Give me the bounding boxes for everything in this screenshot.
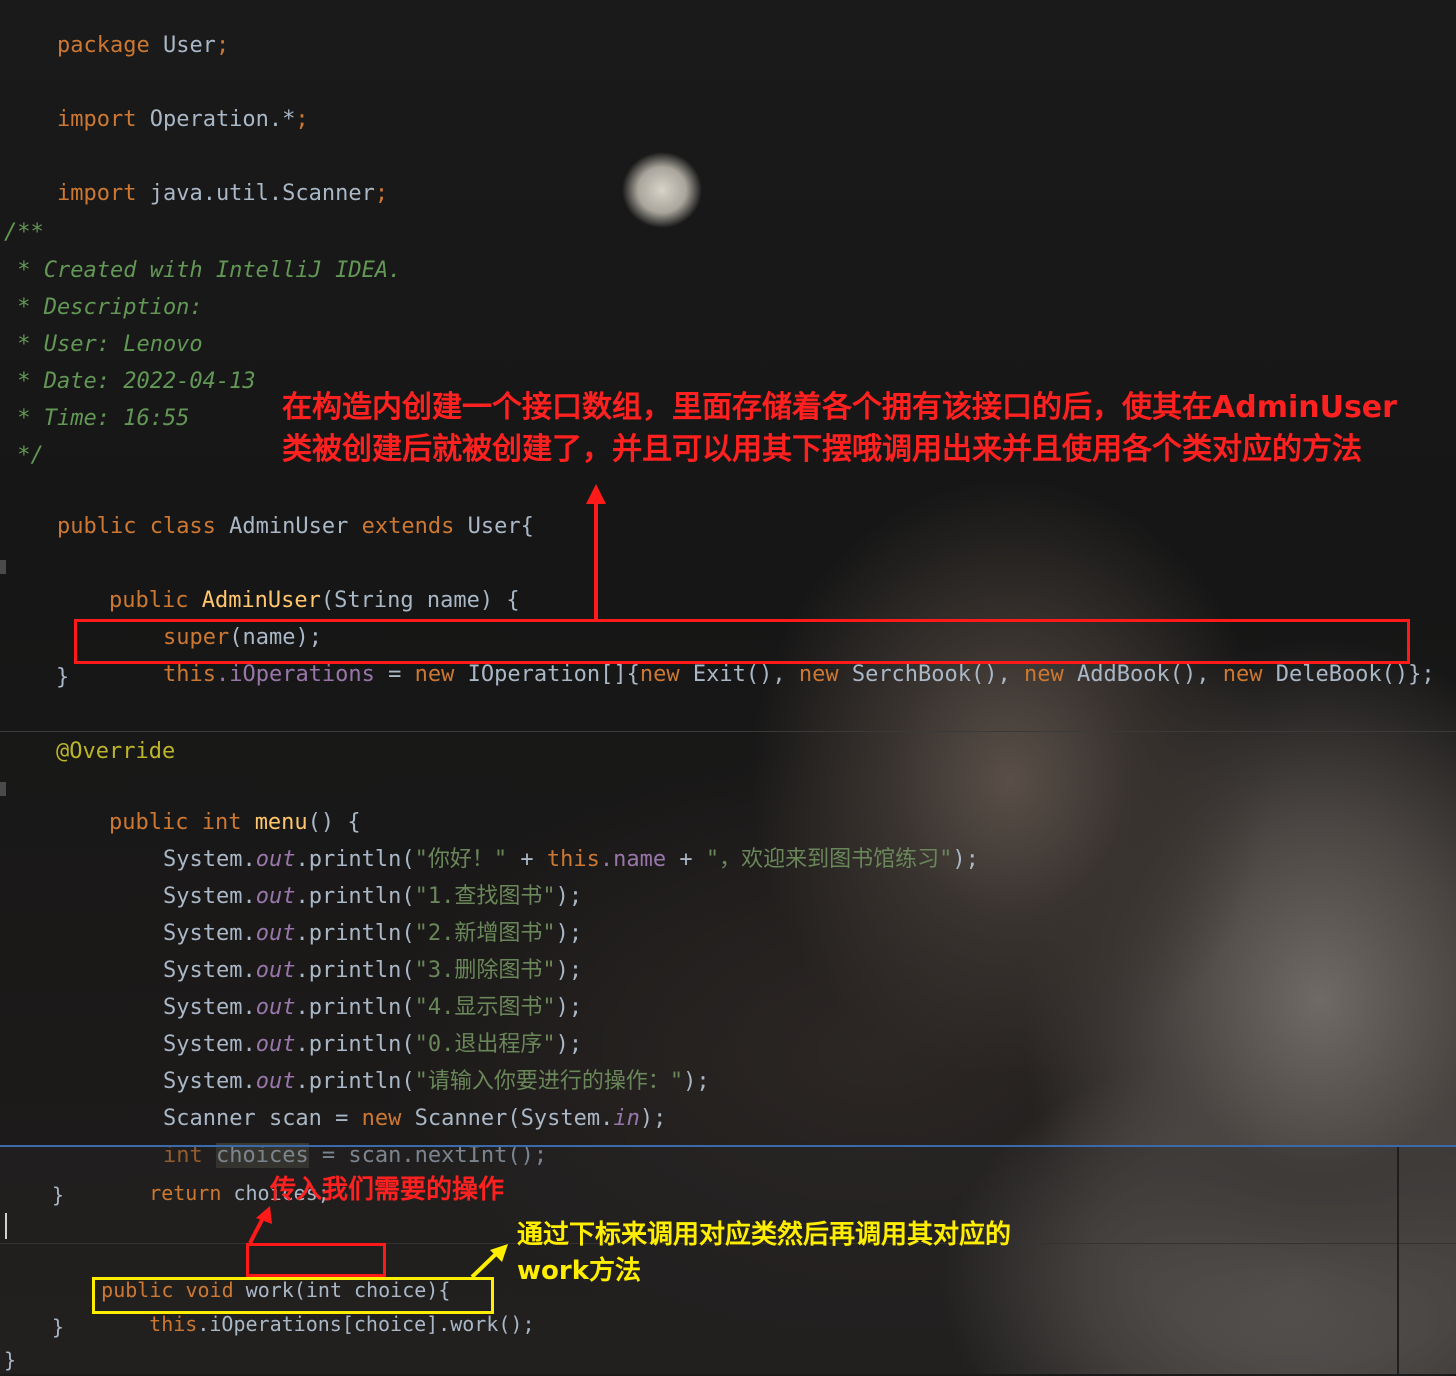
red-annotation-param: 传入我们需要的操作: [270, 1175, 505, 1205]
red-annotation-line1: 在构造内创建一个接口数组，里面存储着各个拥有该接口的后，使其在AdminUser: [282, 390, 1397, 425]
yellow-annotation-line1: 通过下标来调用对应类然后再调用其对应的: [517, 1220, 1012, 1250]
annotation-arrows: [248, 484, 606, 1279]
red-annotation-line2: 类被创建后就被创建了，并且可以用其下摆哦调用出来并且使用各个类对应的方法: [282, 432, 1362, 467]
yellow-annotation-line2: work方法: [517, 1256, 641, 1286]
